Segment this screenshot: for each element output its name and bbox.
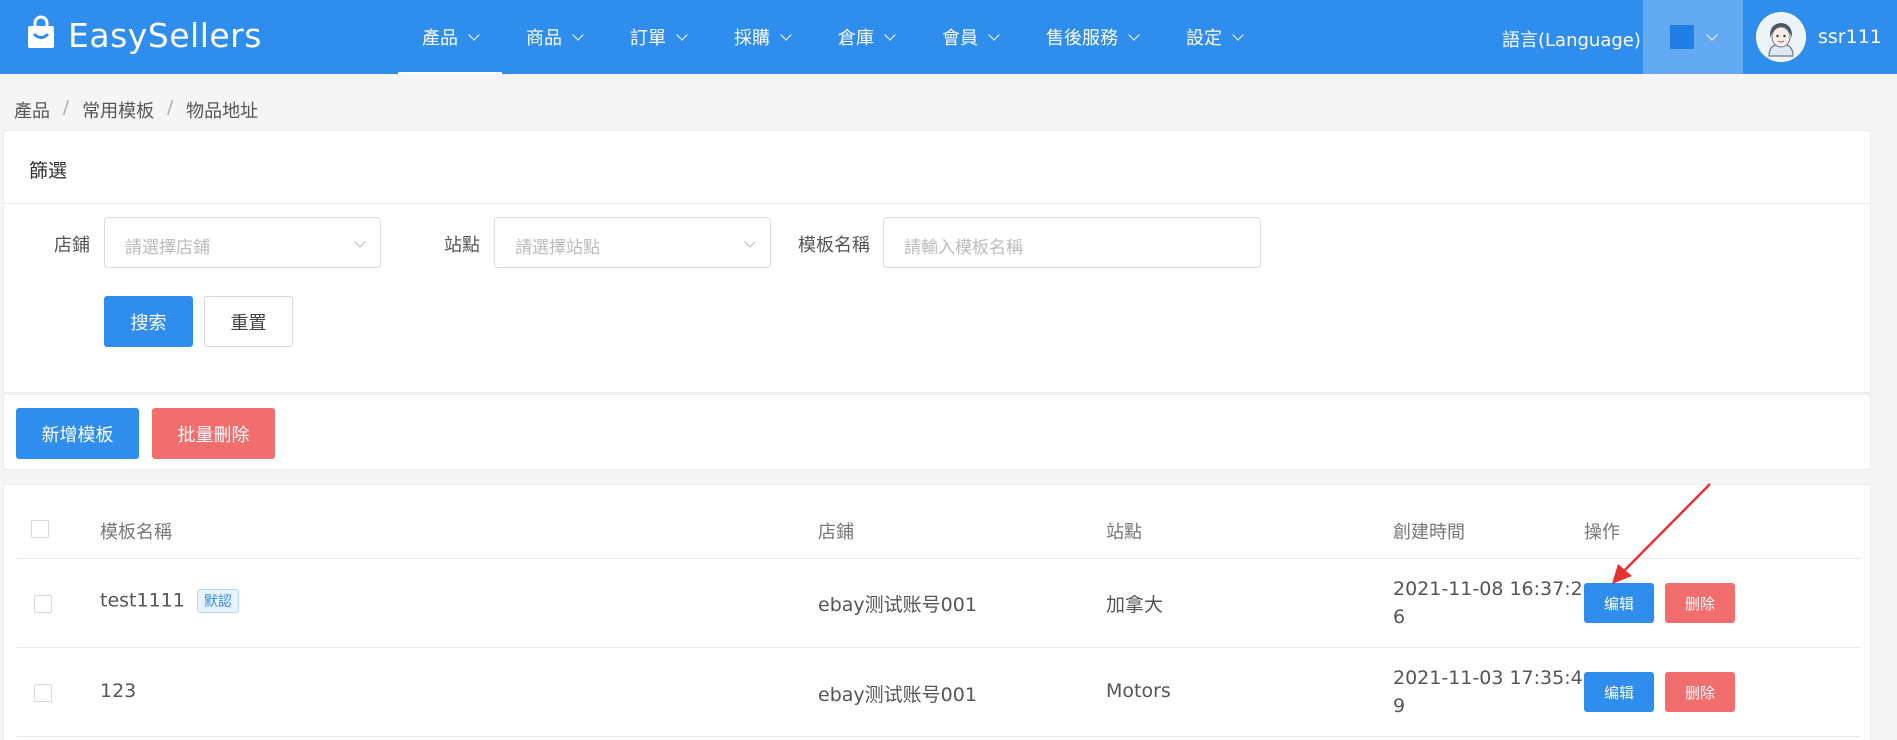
nav-item-settings[interactable]: 設定: [1162, 0, 1266, 74]
chevron-down-icon: [1706, 28, 1718, 41]
default-badge: 默認: [196, 589, 239, 613]
nav-item-members[interactable]: 會員: [918, 0, 1022, 74]
store-cell: ebay测试账号001: [818, 594, 977, 616]
breadcrumb: 產品 / 常用模板 / 物品地址: [14, 97, 258, 123]
add-template-button[interactable]: 新增模板: [16, 408, 139, 459]
nav-item-orders[interactable]: 訂單: [606, 0, 710, 74]
header-created-time: 創建時間: [1393, 522, 1465, 543]
main-nav: 產品 商品 訂單 採購 倉庫 會員 售後服務 設定: [398, 0, 1266, 74]
template-name-cell: 123: [100, 680, 137, 702]
created-time-line-2: 9: [1393, 695, 1406, 717]
nav-label: 會員: [942, 28, 978, 49]
top-navigation-bar: EasySellers 產品 商品 訂單 採購 倉庫 會員 售後服務 設定 語言…: [0, 0, 1897, 74]
annotation-arrow-icon: [1612, 483, 1711, 584]
chevron-down-icon: [1128, 28, 1140, 41]
nav-label: 倉庫: [838, 28, 874, 49]
template-name-placeholder: 請輸入模板名稱: [904, 238, 1023, 258]
store-placeholder: 請選擇店鋪: [125, 238, 210, 258]
nav-item-purchasing[interactable]: 採購: [710, 0, 814, 74]
user-menu[interactable]: ssr111: [1756, 12, 1882, 62]
search-button[interactable]: 搜索: [104, 296, 193, 347]
table-row: 123 ebay测试账号001 Motors 2021-11-03 17:35:…: [17, 648, 1861, 737]
chevron-down-icon: [354, 236, 366, 248]
delete-button[interactable]: 删除: [1665, 672, 1735, 712]
site-placeholder: 請選擇站點: [515, 238, 600, 258]
template-name-label: 模板名稱: [798, 235, 870, 256]
edit-button[interactable]: 编辑: [1584, 672, 1654, 712]
chevron-down-icon: [1232, 28, 1244, 41]
breadcrumb-item-current: 物品地址: [186, 101, 259, 122]
nav-item-warehouse[interactable]: 倉庫: [814, 0, 918, 74]
select-all-checkbox[interactable]: [31, 520, 49, 538]
template-name-cell: test1111 默認: [100, 589, 239, 613]
nav-label: 訂單: [630, 28, 666, 49]
row-checkbox[interactable]: [34, 595, 52, 613]
logo-text: EasySellers: [68, 15, 262, 55]
nav-item-after-sales[interactable]: 售後服務: [1022, 0, 1162, 74]
breadcrumb-separator: /: [63, 97, 70, 118]
reset-button[interactable]: 重置: [204, 296, 293, 347]
table-row: test1111 默認 ebay测试账号001 加拿大 2021-11-08 16…: [17, 559, 1861, 648]
chevron-down-icon: [468, 28, 480, 41]
nav-label: 售後服務: [1046, 28, 1118, 49]
nav-label: 設定: [1186, 28, 1222, 49]
breadcrumb-item[interactable]: 產品: [14, 97, 50, 123]
filter-title: 篩選: [4, 131, 1870, 204]
created-time-line-2: 6: [1393, 606, 1406, 628]
store-cell: ebay测试账号001: [818, 684, 977, 706]
created-time-cell: 2021-11-03 17:35:4 9: [1393, 664, 1583, 720]
site-cell: 加拿大: [1106, 594, 1164, 616]
chevron-down-icon: [988, 28, 1000, 41]
site-label: 站點: [444, 235, 480, 256]
nav-item-goods[interactable]: 商品: [502, 0, 606, 74]
chevron-down-icon: [572, 28, 584, 41]
logo[interactable]: EasySellers: [22, 14, 262, 56]
shopping-bag-icon: [22, 14, 60, 56]
breadcrumb-separator: /: [167, 97, 174, 118]
chevron-down-icon: [744, 236, 756, 248]
color-swatch-icon: [1670, 25, 1694, 49]
nav-label: 商品: [526, 28, 562, 49]
language-switch[interactable]: 語言(Language): [1502, 26, 1641, 52]
action-bar: 新增模板 批量刪除: [3, 394, 1871, 470]
chevron-down-icon: [780, 28, 792, 41]
nav-label: 產品: [422, 28, 458, 49]
template-name-input[interactable]: 請輸入模板名稱: [883, 217, 1261, 268]
site-cell: Motors: [1106, 680, 1171, 702]
header-template-name: 模板名稱: [100, 522, 172, 543]
theme-color-picker[interactable]: [1643, 0, 1743, 74]
filter-panel: 篩選 店鋪 請選擇店鋪 站點 請選擇站點 模板名稱 請輸入模板名稱 搜索 重置: [3, 130, 1871, 393]
header-site: 站點: [1106, 522, 1142, 543]
header-store: 店鋪: [818, 522, 854, 543]
username: ssr111: [1818, 26, 1882, 48]
breadcrumb-item[interactable]: 常用模板: [82, 97, 154, 123]
table-header: 模板名稱 店鋪 站點 創建時間 操作: [17, 485, 1861, 559]
store-label: 店鋪: [54, 235, 90, 256]
batch-delete-button[interactable]: 批量刪除: [152, 408, 275, 459]
chevron-down-icon: [676, 28, 688, 41]
chevron-down-icon: [884, 28, 896, 41]
created-time-line-1: 2021-11-08 16:37:2: [1393, 578, 1583, 600]
store-select[interactable]: 請選擇店鋪: [104, 217, 381, 268]
created-time-cell: 2021-11-08 16:37:2 6: [1393, 575, 1583, 631]
template-name: test1111: [100, 589, 185, 612]
nav-label: 採購: [734, 28, 770, 49]
template-table: 模板名稱 店鋪 站點 創建時間 操作 test1111 默認 ebay测试账号00…: [3, 484, 1871, 740]
nav-item-products[interactable]: 產品: [398, 0, 502, 74]
site-select[interactable]: 請選擇站點: [494, 217, 771, 268]
created-time-line-1: 2021-11-03 17:35:4: [1393, 667, 1583, 689]
avatar: [1756, 12, 1806, 62]
row-checkbox[interactable]: [34, 684, 52, 702]
